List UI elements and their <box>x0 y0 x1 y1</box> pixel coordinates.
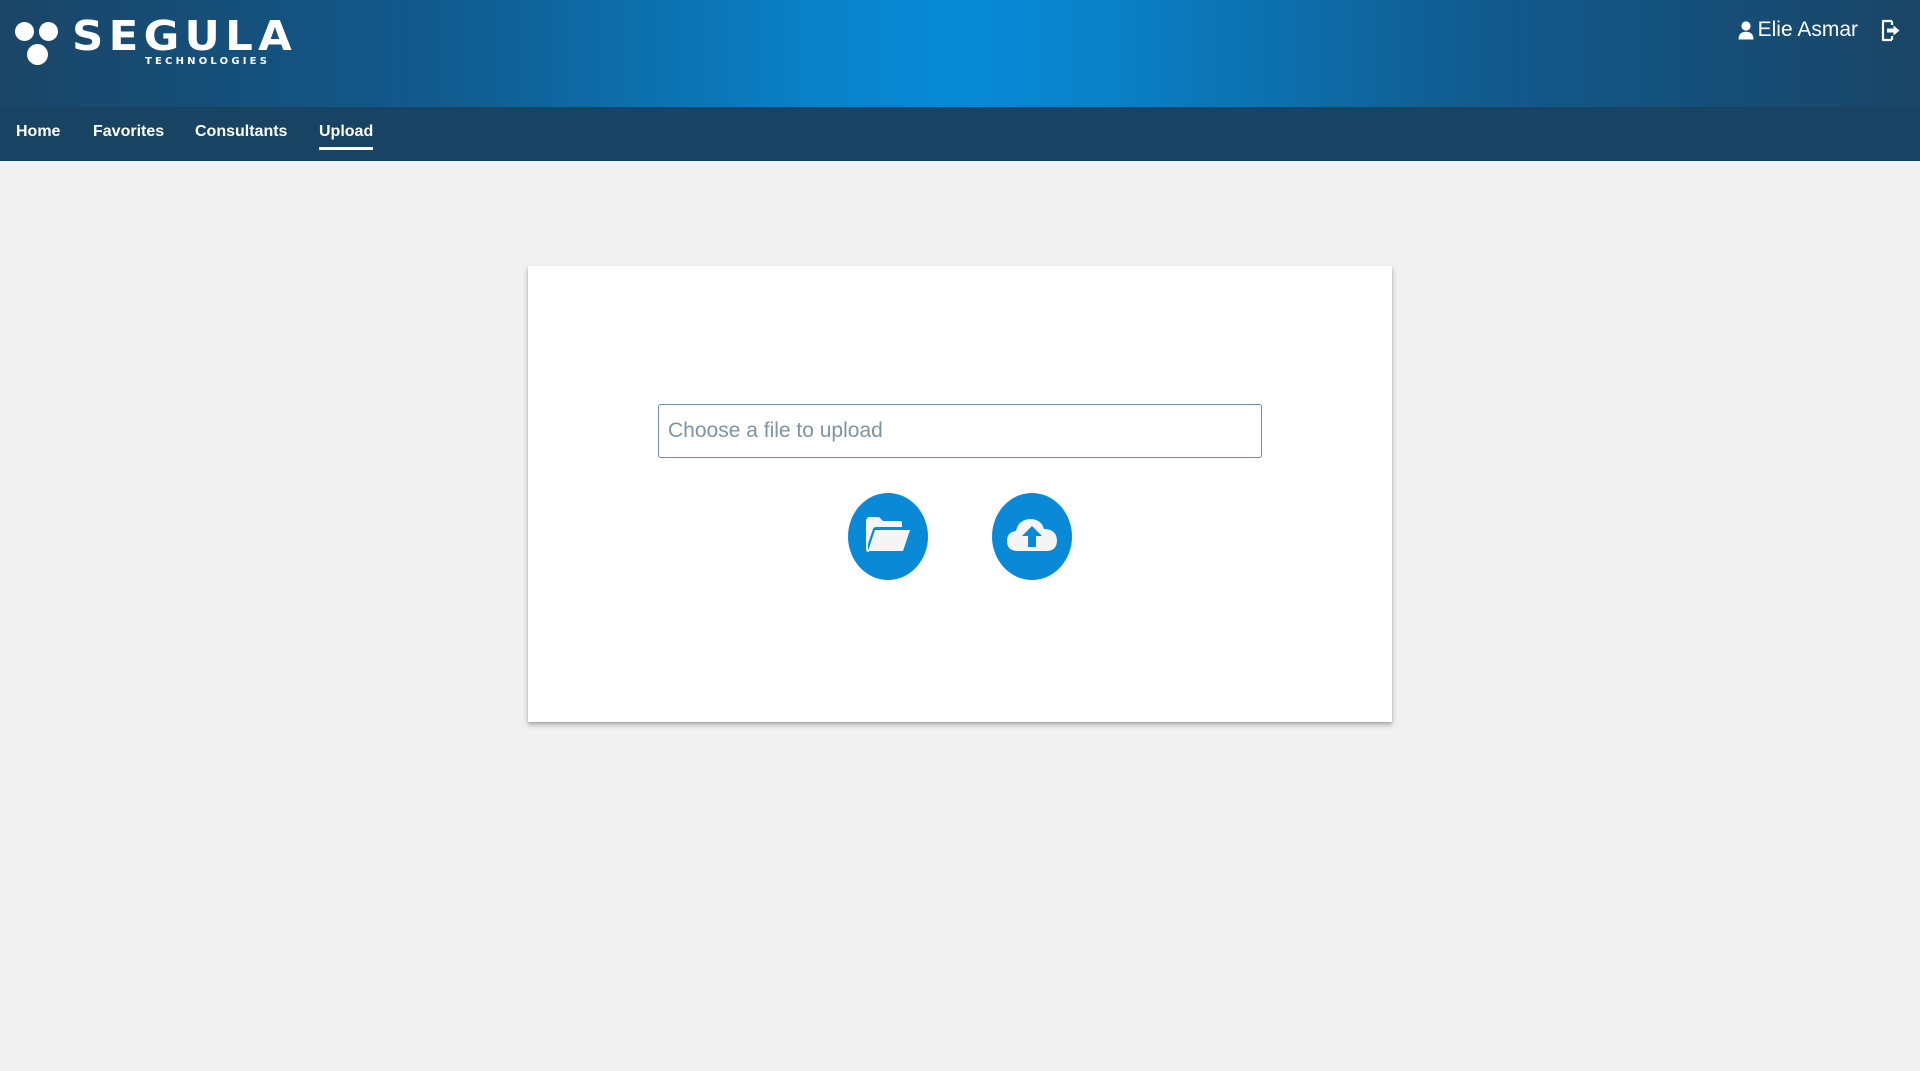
user-area: Elie Asmar <box>1737 16 1902 44</box>
file-path-input[interactable] <box>658 404 1262 458</box>
upload-file-button[interactable] <box>992 493 1072 580</box>
logo-dot <box>39 22 58 41</box>
upload-card <box>528 266 1392 722</box>
nav-item-upload[interactable]: Upload <box>319 122 374 150</box>
main-nav: Home Favorites Consultants Upload <box>0 107 1920 161</box>
browse-file-button[interactable] <box>848 493 928 580</box>
app-header: SEGULA TECHNOLOGIES Elie Asmar <box>0 0 1920 107</box>
logo-dot <box>15 22 34 41</box>
nav-item-home[interactable]: Home <box>16 122 60 147</box>
logo-dots-icon <box>14 18 64 70</box>
logo-tagline: TECHNOLOGIES <box>145 56 271 67</box>
cloud-upload-icon <box>1004 515 1060 558</box>
logo-wordmark: SEGULA <box>72 12 298 60</box>
folder-open-icon <box>864 515 912 558</box>
user-name[interactable]: Elie Asmar <box>1758 18 1858 42</box>
user-icon <box>1737 20 1755 40</box>
nav-item-favorites[interactable]: Favorites <box>93 122 164 147</box>
logo-dot <box>27 44 48 65</box>
segula-logo[interactable]: SEGULA TECHNOLOGIES <box>14 16 292 74</box>
logout-icon[interactable] <box>1880 18 1902 42</box>
nav-item-consultants[interactable]: Consultants <box>195 122 287 147</box>
